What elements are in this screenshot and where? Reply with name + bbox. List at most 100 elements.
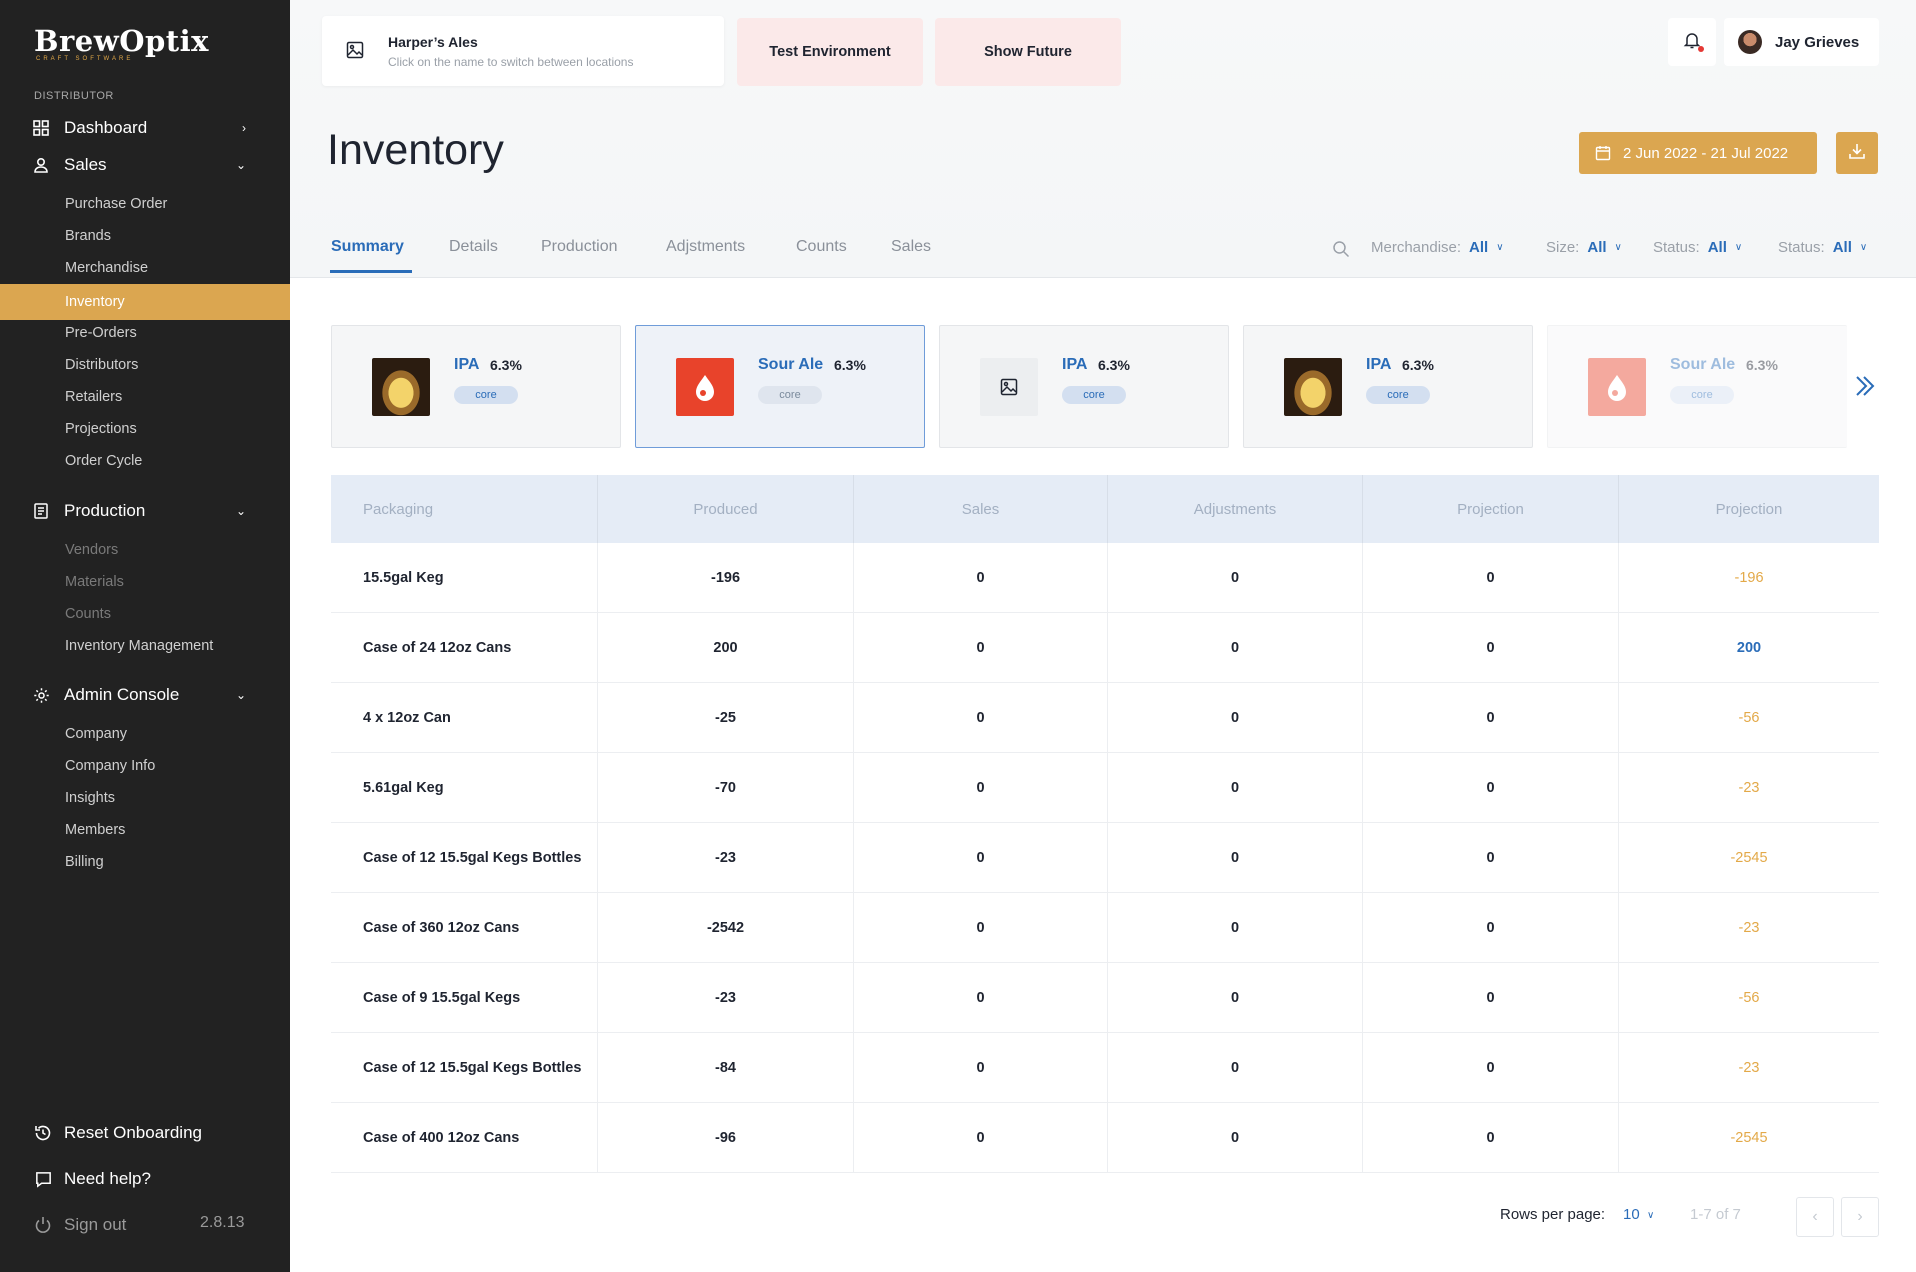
product-card[interactable]: IPA 6.3% core bbox=[939, 325, 1229, 448]
table-row[interactable]: Case of 360 12oz Cans -2542 0 0 0 -23 bbox=[331, 893, 1879, 963]
product-tag: core bbox=[1366, 386, 1430, 404]
chevron-down-icon: ⌄ bbox=[235, 158, 246, 172]
table-row[interactable]: 4 x 12oz Can -25 0 0 0 -56 bbox=[331, 683, 1879, 753]
section-label: DISTRIBUTOR bbox=[34, 90, 114, 102]
sidebar-item-members[interactable]: Members bbox=[0, 814, 290, 846]
sidebar-item-pre-orders[interactable]: Pre-Orders bbox=[0, 317, 290, 349]
cell-adjustments: 0 bbox=[1108, 1033, 1363, 1102]
column-header-projection[interactable]: Projection bbox=[1363, 475, 1619, 543]
tab-details[interactable]: Details bbox=[449, 238, 498, 256]
nav-sales[interactable]: Sales ⌄ bbox=[0, 147, 290, 183]
sidebar-item-merchandise[interactable]: Merchandise bbox=[0, 252, 290, 284]
size-filter[interactable]: Size: All ∨ bbox=[1546, 239, 1622, 256]
table-row[interactable]: 5.61gal Keg -70 0 0 0 -23 bbox=[331, 753, 1879, 823]
product-name: IPA bbox=[1062, 356, 1088, 373]
sidebar-item-billing[interactable]: Billing bbox=[0, 846, 290, 878]
sidebar-item-materials[interactable]: Materials bbox=[0, 566, 290, 598]
double-chevron-right-icon[interactable] bbox=[1852, 373, 1878, 404]
sidebar-item-company[interactable]: Company bbox=[0, 718, 290, 750]
previous-page-button[interactable]: ‹ bbox=[1796, 1197, 1834, 1237]
search-icon[interactable] bbox=[1332, 240, 1350, 263]
cell-produced: -2542 bbox=[598, 893, 854, 962]
download-button[interactable] bbox=[1836, 132, 1878, 174]
cell-sales: 0 bbox=[854, 1033, 1108, 1102]
product-tag: core bbox=[758, 386, 822, 404]
table-row[interactable]: Case of 12 15.5gal Kegs Bottles -23 0 0 … bbox=[331, 823, 1879, 893]
date-range-picker[interactable]: 2 Jun 2022 - 21 Jul 2022 bbox=[1579, 132, 1817, 174]
sign-out-button[interactable]: Sign out bbox=[32, 1214, 126, 1236]
brand-logo[interactable]: BrewOptix CRAFT SOFTWARE bbox=[34, 24, 209, 62]
table-row[interactable]: Case of 9 15.5gal Kegs -23 0 0 0 -56 bbox=[331, 963, 1879, 1033]
sidebar-item-vendors[interactable]: Vendors bbox=[0, 534, 290, 566]
sidebar-item-order-cycle[interactable]: Order Cycle bbox=[0, 445, 290, 477]
sidebar-item-retailers[interactable]: Retailers bbox=[0, 381, 290, 413]
product-abv: 6.3% bbox=[1746, 357, 1778, 373]
next-page-button[interactable]: › bbox=[1841, 1197, 1879, 1237]
table-header: Packaging Produced Sales Adjustments Pro… bbox=[331, 475, 1879, 543]
cell-adjustments: 0 bbox=[1108, 543, 1363, 612]
cell-sales: 0 bbox=[854, 753, 1108, 822]
sidebar-item-purchase-order[interactable]: Purchase Order bbox=[0, 188, 290, 220]
nav-production[interactable]: Production ⌄ bbox=[0, 493, 290, 529]
user-menu[interactable]: Jay Grieves bbox=[1724, 18, 1879, 66]
chevron-down-icon[interactable]: ∨ bbox=[1647, 1210, 1654, 1221]
location-switcher[interactable]: Harper’s Ales Click on the name to switc… bbox=[322, 16, 724, 86]
tab-summary[interactable]: Summary bbox=[331, 238, 404, 256]
table-row[interactable]: 15.5gal Keg -196 0 0 0 -196 bbox=[331, 543, 1879, 613]
table-row[interactable]: Case of 24 12oz Cans 200 0 0 0 200 bbox=[331, 613, 1879, 683]
show-future-button[interactable]: Show Future bbox=[935, 18, 1121, 86]
help-button[interactable]: Need help? bbox=[32, 1168, 151, 1190]
test-environment-button[interactable]: Test Environment bbox=[737, 18, 923, 86]
location-name[interactable]: Harper’s Ales bbox=[388, 34, 478, 50]
table-row[interactable]: Case of 400 12oz Cans -96 0 0 0 -2545 bbox=[331, 1103, 1879, 1173]
notifications-button[interactable] bbox=[1668, 18, 1716, 66]
column-header-produced[interactable]: Produced bbox=[598, 475, 854, 543]
column-header-adjustments[interactable]: Adjustments bbox=[1108, 475, 1363, 543]
status-filter[interactable]: Status: All ∨ bbox=[1653, 239, 1742, 256]
sidebar-item-brands[interactable]: Brands bbox=[0, 220, 290, 252]
product-card[interactable]: IPA 6.3% core bbox=[331, 325, 621, 448]
cell-projection: 0 bbox=[1363, 1033, 1619, 1102]
column-header-sales[interactable]: Sales bbox=[854, 475, 1108, 543]
product-card-selected[interactable]: Sour Ale 6.3% core bbox=[635, 325, 925, 448]
merchandise-filter[interactable]: Merchandise: All ∨ bbox=[1371, 239, 1504, 256]
product-tag: core bbox=[1062, 386, 1126, 404]
sidebar-item-counts[interactable]: Counts bbox=[0, 598, 290, 630]
table-row[interactable]: Case of 12 15.5gal Kegs Bottles -84 0 0 … bbox=[331, 1033, 1879, 1103]
tab-sales[interactable]: Sales bbox=[891, 238, 931, 256]
tab-adjustments[interactable]: Adjstments bbox=[666, 238, 745, 256]
sidebar-item-projections[interactable]: Projections bbox=[0, 413, 290, 445]
nav-admin-console[interactable]: Admin Console ⌄ bbox=[0, 677, 290, 713]
reset-onboarding-button[interactable]: Reset Onboarding bbox=[32, 1122, 202, 1144]
sidebar-item-distributors[interactable]: Distributors bbox=[0, 349, 290, 381]
tab-production[interactable]: Production bbox=[541, 238, 618, 256]
sidebar-item-inventory-management[interactable]: Inventory Management bbox=[0, 630, 290, 662]
date-range-label: 2 Jun 2022 - 21 Jul 2022 bbox=[1623, 144, 1789, 162]
tab-counts[interactable]: Counts bbox=[796, 238, 847, 256]
cell-packaging: Case of 360 12oz Cans bbox=[331, 893, 598, 962]
cell-adjustments: 0 bbox=[1108, 823, 1363, 892]
product-card-partial[interactable]: Sour Ale 6.3% core bbox=[1547, 325, 1847, 448]
column-header-projection-2[interactable]: Projection bbox=[1619, 475, 1879, 543]
avatar bbox=[1738, 30, 1762, 54]
status-filter-2[interactable]: Status: All ∨ bbox=[1778, 239, 1867, 256]
version-label: 2.8.13 bbox=[200, 1214, 245, 1231]
rows-per-page-select[interactable]: 10 bbox=[1623, 1206, 1640, 1223]
chevron-down-icon: ∨ bbox=[1859, 242, 1868, 253]
cell-sales: 0 bbox=[854, 823, 1108, 892]
rows-per-page-label: Rows per page: bbox=[1500, 1206, 1606, 1223]
cell-produced: -25 bbox=[598, 683, 854, 752]
sidebar-item-inventory[interactable]: Inventory bbox=[0, 284, 290, 320]
product-card[interactable]: IPA 6.3% core bbox=[1243, 325, 1533, 448]
filter-value: All bbox=[1707, 239, 1727, 256]
chevron-down-icon: ⌄ bbox=[235, 688, 246, 702]
cell-sales: 0 bbox=[854, 683, 1108, 752]
column-header-packaging[interactable]: Packaging bbox=[331, 475, 598, 543]
notification-dot bbox=[1698, 46, 1704, 52]
product-abv: 6.3% bbox=[1098, 357, 1130, 373]
nav-dashboard[interactable]: Dashboard › bbox=[0, 110, 290, 146]
sign-out-label: Sign out bbox=[64, 1215, 127, 1234]
sidebar-item-company-info[interactable]: Company Info bbox=[0, 750, 290, 782]
power-icon bbox=[32, 1214, 54, 1236]
sidebar-item-insights[interactable]: Insights bbox=[0, 782, 290, 814]
